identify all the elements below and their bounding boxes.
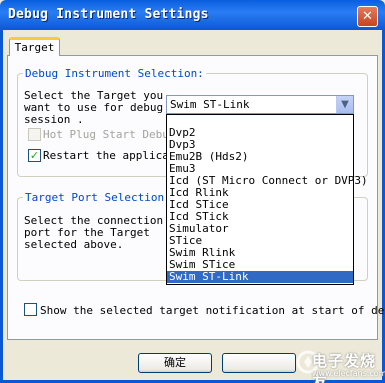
chevron-down-icon[interactable]: ▼ xyxy=(336,96,353,113)
watermark-url: www.elecfans.com xyxy=(312,369,385,378)
hot-plug-label: Hot Plug Start Debug xyxy=(43,128,176,141)
restart-checkbox[interactable]: ✓ xyxy=(28,149,41,162)
cancel-button[interactable] xyxy=(222,353,296,373)
watermark-text: 电子发烧友 xyxy=(312,352,377,383)
target-combo-value: Swim ST-Link xyxy=(170,98,250,111)
hot-plug-checkbox[interactable] xyxy=(28,128,41,141)
title-bar: Debug Instrument Settings ✕ xyxy=(0,0,385,30)
window-title: Debug Instrument Settings xyxy=(8,7,209,22)
dropdown-item-selected[interactable]: Swim ST-Link xyxy=(167,271,353,283)
checkmark-icon: ✓ xyxy=(29,149,40,162)
target-prompt-line-3: session . xyxy=(24,113,84,126)
tab-target[interactable]: Target xyxy=(9,37,60,56)
tab-target-label: Target xyxy=(14,41,55,54)
close-icon: ✕ xyxy=(362,9,373,24)
notification-checkbox[interactable] xyxy=(24,303,37,316)
close-button[interactable]: ✕ xyxy=(357,6,378,27)
debug-instrument-group-title: Debug Instrument Selection: xyxy=(23,67,206,80)
target-dropdown-list: Dvp2 Dvp3 Emu2B (Hds2) Emu3 Icd (ST Micr… xyxy=(166,114,368,285)
notification-label: Show the selected target notification at… xyxy=(40,304,385,317)
target-combo[interactable]: Swim ST-Link ▼ xyxy=(166,95,354,114)
ok-button[interactable]: 确定 xyxy=(138,353,212,373)
port-prompt-line-3: selected above. xyxy=(24,238,124,251)
target-port-group-title: Target Port Selection: xyxy=(23,191,173,204)
